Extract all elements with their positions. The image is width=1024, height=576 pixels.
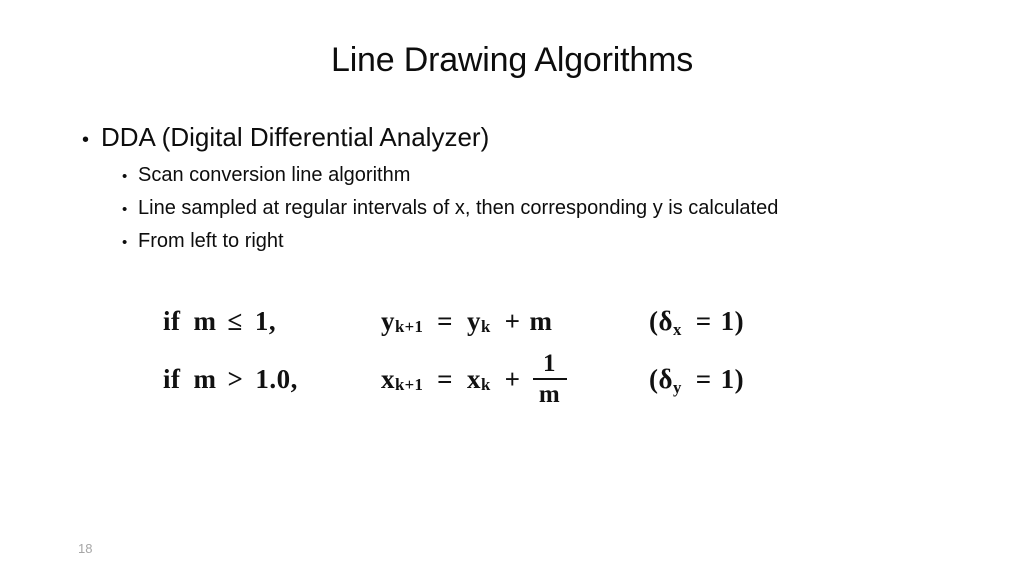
list-item-label: DDA (Digital Differential Analyzer) [101,122,490,152]
bullet-dot-icon: • [82,129,90,151]
formula-equals: = [437,305,454,336]
list-item-label: From left to right [138,230,284,252]
fraction-one-over-m: 1 m [532,350,567,408]
formula-rhs-subscript: k [481,374,491,394]
fraction-numerator: 1 [543,350,557,377]
delta-symbol-icon: δ [658,305,674,336]
condition-keyword: if [163,305,181,336]
page-number: 18 [78,541,93,556]
note-value: 1 [720,305,735,336]
formula-lhs-base: y [381,305,395,336]
formula-rhs-base: x [467,363,482,394]
note-value: 1 [720,363,735,394]
formula-rhs-subscript: k [481,316,491,336]
condition-value: 1, [254,305,277,336]
note-equals: = [695,363,712,394]
bullet-list: • DDA (Digital Differential Analyzer) • … [82,119,962,258]
note-open-paren: ( [649,305,659,336]
formula-lhs-subscript: k+1 [395,316,424,336]
equation-formula: x k+1 = xk + 1 m [381,351,649,407]
delta-subscript: y [673,378,682,398]
condition-variable: m [193,305,217,336]
fraction-denominator: m [538,381,561,408]
equation-block: if m ≤ 1, y k+1 = yk + m ( δx = 1) if m… [163,292,744,408]
formula-lhs-base: x [381,363,395,394]
bullet-dot-icon: • [122,234,128,251]
bullet-dot-icon: • [122,201,128,218]
equation-condition: if m > 1.0, [163,364,381,395]
note-close-paren: ) [734,305,745,336]
note-equals: = [695,305,712,336]
delta-symbol-icon: δ [658,363,674,394]
page-title: Line Drawing Algorithms [330,41,693,79]
list-item-label: Line sampled at regular intervals of x, … [138,197,779,219]
condition-value: 1.0, [255,363,298,394]
condition-keyword: if [163,363,181,394]
formula-rhs-base: y [467,305,482,336]
formula-equals: = [437,363,454,394]
equation-note: ( δx = 1 ) [649,305,745,340]
note-open-paren: ( [649,363,659,394]
note-close-paren: ) [734,363,745,394]
condition-relation: > [227,363,244,394]
formula-plus: + [504,363,521,394]
list-item-level2: • Line sampled at regular intervals of x… [122,192,962,225]
formula-plus: + [504,305,521,336]
bullet-dot-icon: • [122,168,128,185]
equation-formula: y k+1 = yk + m [381,306,649,337]
equation-row-2: if m > 1.0, x k+1 = xk + 1 m (δ y = 1) [163,350,744,408]
delta-subscript: x [673,320,682,340]
condition-variable: m [193,363,217,394]
slide-canvas: Line Drawing Algorithms • DDA (Digital D… [0,0,1024,576]
equation-condition: if m ≤ 1, [163,306,381,337]
equation-row-1: if m ≤ 1, y k+1 = yk + m ( δx = 1) [163,292,744,350]
equation-note: ( δy = 1 ) [649,363,745,398]
formula-term: m [529,305,553,336]
list-item-label: Scan conversion line algorithm [138,164,411,186]
formula-lhs-subscript: k+1 [395,374,424,394]
list-item-level2: • From left to right [122,225,962,258]
condition-relation: ≤ [227,305,243,336]
list-item-level2: • Scan conversion line algorithm [122,159,962,192]
list-item-level1: • DDA (Digital Differential Analyzer) [82,119,962,155]
